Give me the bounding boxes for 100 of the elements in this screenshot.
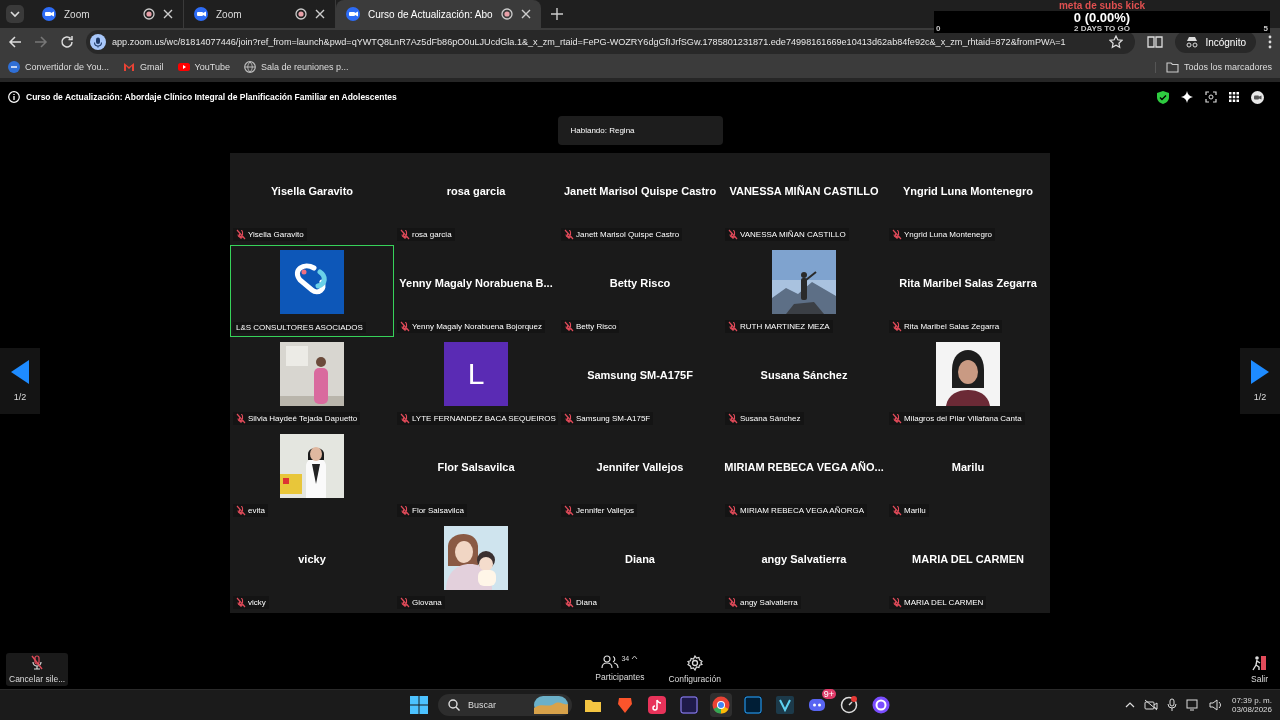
participant-label-text: Diana bbox=[576, 598, 597, 607]
participant-label-text: RUTH MARTINEZ MEZA bbox=[740, 322, 830, 331]
gauge-icon[interactable] bbox=[840, 696, 858, 714]
bookmark[interactable]: Sala de reuniones p... bbox=[243, 61, 349, 73]
folder-icon bbox=[1165, 61, 1179, 73]
participant-name: vicky bbox=[298, 552, 326, 565]
bookmark[interactable]: YouTube bbox=[177, 61, 230, 73]
zoom-app-icon[interactable] bbox=[1251, 90, 1264, 104]
search-icon bbox=[448, 699, 460, 711]
microphone-icon[interactable] bbox=[1166, 698, 1177, 712]
page-indicator: 1/2 bbox=[13, 391, 27, 402]
right-arrow-icon bbox=[1251, 359, 1269, 384]
caret-icon[interactable] bbox=[1124, 702, 1135, 708]
circle-app-icon[interactable] bbox=[872, 696, 890, 714]
participant-name: Janett Marisol Quispe Castro bbox=[563, 184, 717, 197]
youtube-icon bbox=[177, 61, 190, 73]
music-note-icon[interactable] bbox=[648, 696, 666, 714]
close-icon[interactable] bbox=[163, 9, 173, 19]
participant-label-text: Milagros del Pilar Villafana Canta bbox=[904, 414, 1022, 423]
mute-button[interactable]: Cancelar sile... bbox=[6, 652, 69, 686]
reload-icon[interactable] bbox=[60, 35, 74, 49]
chat-app-icon[interactable] bbox=[808, 696, 826, 714]
participant-label-text: Rita Maribel Salas Zegarra bbox=[904, 322, 1000, 331]
tab-search-icon[interactable] bbox=[6, 5, 24, 23]
caret-icon bbox=[631, 654, 639, 660]
bookmark[interactable]: Gmail bbox=[123, 61, 164, 73]
participant-name: MIRIAM REBECA VEGA AÑO... bbox=[724, 460, 884, 473]
exit-icon bbox=[1251, 654, 1268, 671]
info-icon[interactable] bbox=[8, 91, 20, 103]
participant-name: Rita Maribel Salas Zegarra bbox=[899, 276, 1037, 289]
browser-icon[interactable] bbox=[712, 696, 730, 714]
participant-name: MARIA DEL CARMEN bbox=[912, 552, 1024, 565]
v-app-icon[interactable] bbox=[776, 696, 794, 714]
incognito-button[interactable]: Incógnito bbox=[1175, 31, 1256, 53]
browser-tab[interactable]: Curso de Actualización: Abo bbox=[336, 0, 541, 28]
close-icon[interactable] bbox=[315, 9, 325, 19]
menu-icon[interactable] bbox=[1268, 35, 1272, 49]
profile-label: Incógnito bbox=[1205, 36, 1246, 48]
sparkle-icon[interactable] bbox=[1181, 91, 1193, 103]
tab-title: Curso de Actualización: Abo bbox=[368, 8, 493, 20]
back-icon[interactable] bbox=[8, 35, 22, 49]
clock[interactable]: 07:39 p. m. 03/08/2026 bbox=[1231, 696, 1272, 714]
participant-name: VANESSA MIÑAN CASTILLO bbox=[729, 184, 879, 197]
new-tab-icon[interactable] bbox=[550, 8, 563, 20]
close-icon[interactable] bbox=[520, 9, 531, 19]
screen-capture-icon[interactable] bbox=[1205, 91, 1217, 103]
reading-mode-icon[interactable] bbox=[1147, 35, 1164, 49]
participant-label-text: MARIA DEL CARMEN bbox=[904, 598, 984, 607]
tab-title: Zoom bbox=[64, 8, 91, 20]
goal-max: 5 bbox=[1263, 24, 1268, 33]
all-bookmarks[interactable]: Todos los marcadores bbox=[1154, 61, 1272, 73]
zoom-logo-icon bbox=[42, 7, 56, 21]
camera-off-icon[interactable] bbox=[1143, 699, 1158, 711]
star-icon[interactable] bbox=[1109, 35, 1124, 49]
bookmark-label: Gmail bbox=[140, 62, 164, 72]
settings-button[interactable]: Configuración bbox=[665, 652, 724, 686]
meeting-title: Curso de Actualización: Abordaje Clínico Integral de Planificación Familiar en Adolescentes bbox=[26, 92, 397, 102]
active-speaker-banner: Hablando: Regina bbox=[557, 116, 723, 145]
notification-badge: 9+ bbox=[821, 689, 836, 699]
leave-button[interactable]: Salir bbox=[1248, 652, 1274, 686]
participant-label-text: angy Salvatierra bbox=[740, 598, 798, 607]
shield-check-icon bbox=[1157, 90, 1169, 104]
address-bar[interactable]: app.zoom.us/wc/81814077446/join?ref_from=launch&pwd=qYWTQ8LnR7Az5dFb86pO0uLJUcdGla.1&_x_zm_rtaid=FePG-WOZRY6dgGfIJrfSGw.1785801231871.ede74998161669e10413d62ab84fe92c&_x_zm_rhtaid=872&fromPWA=1 bbox=[86, 30, 1136, 54]
globe-icon bbox=[243, 61, 256, 73]
forward-icon[interactable] bbox=[34, 35, 48, 49]
participant-name: Yenny Magaly Norabuena B... bbox=[399, 276, 553, 289]
left-arrow-icon bbox=[11, 359, 29, 384]
apps-grid-icon[interactable] bbox=[1229, 92, 1239, 102]
company-logo-icon bbox=[280, 250, 344, 314]
participant-name: Samsung SM-A175F bbox=[587, 368, 693, 381]
bookmark[interactable]: Convertidor de You... bbox=[8, 61, 110, 73]
participant-name: angy Salvatierra bbox=[761, 552, 847, 565]
participant-label-text: vicky bbox=[248, 598, 266, 607]
participant-name: Jennifer Vallejos bbox=[596, 460, 684, 473]
participant-label-text: rosa garcia bbox=[412, 230, 452, 239]
participant-name: Susana Sánchez bbox=[760, 368, 848, 381]
participant-name: Diana bbox=[625, 552, 655, 565]
page-arrow-button[interactable]: 1/2 bbox=[0, 347, 40, 414]
volume-icon[interactable] bbox=[1208, 699, 1223, 711]
participant-label-text: Flor Salsavilca bbox=[412, 506, 464, 515]
page-indicator: 1/2 bbox=[1253, 391, 1267, 402]
incognito-icon bbox=[1185, 36, 1200, 48]
participant-name: rosa garcia bbox=[446, 184, 506, 197]
windows-start-icon[interactable] bbox=[410, 696, 428, 714]
tab-title: Zoom bbox=[216, 8, 243, 20]
url-text: app.zoom.us/wc/81814077446/join?ref_from=launch&pwd=qYWTQ8LnR7Az5dFb86pO0uLJUcdGla.1&_x_zm_rtaid=FePG-WOZRY6dgGfIJrfSGw.1785801231871.ede74998161669e10413d62ab84fe92c&_x_zm_rhtaid=872&fromPWA=1 bbox=[112, 37, 1067, 47]
participant-label-text: evita bbox=[248, 506, 265, 515]
participant-label-text: Jennifer Vallejos bbox=[576, 506, 635, 515]
people-icon bbox=[601, 654, 620, 669]
participant-label-text: Susana Sánchez bbox=[740, 414, 801, 423]
goal-countdown: 2 DAYS TO GO bbox=[1074, 24, 1130, 33]
settings-icon bbox=[686, 654, 703, 671]
participant-label-text: Marilu bbox=[904, 506, 926, 515]
participant-label-text: L&S CONSULTORES ASOCIADOS bbox=[236, 323, 363, 332]
zoom-logo-icon bbox=[194, 7, 208, 21]
participant-name: Betty Risco bbox=[609, 276, 671, 289]
taskbar-search[interactable]: Buscar bbox=[438, 694, 572, 716]
page-arrow-button[interactable]: 1/2 bbox=[1240, 347, 1280, 414]
participant-label-text: Samsung SM-A175F bbox=[576, 414, 651, 423]
participant-label-text: Yisella Garavito bbox=[248, 230, 304, 239]
